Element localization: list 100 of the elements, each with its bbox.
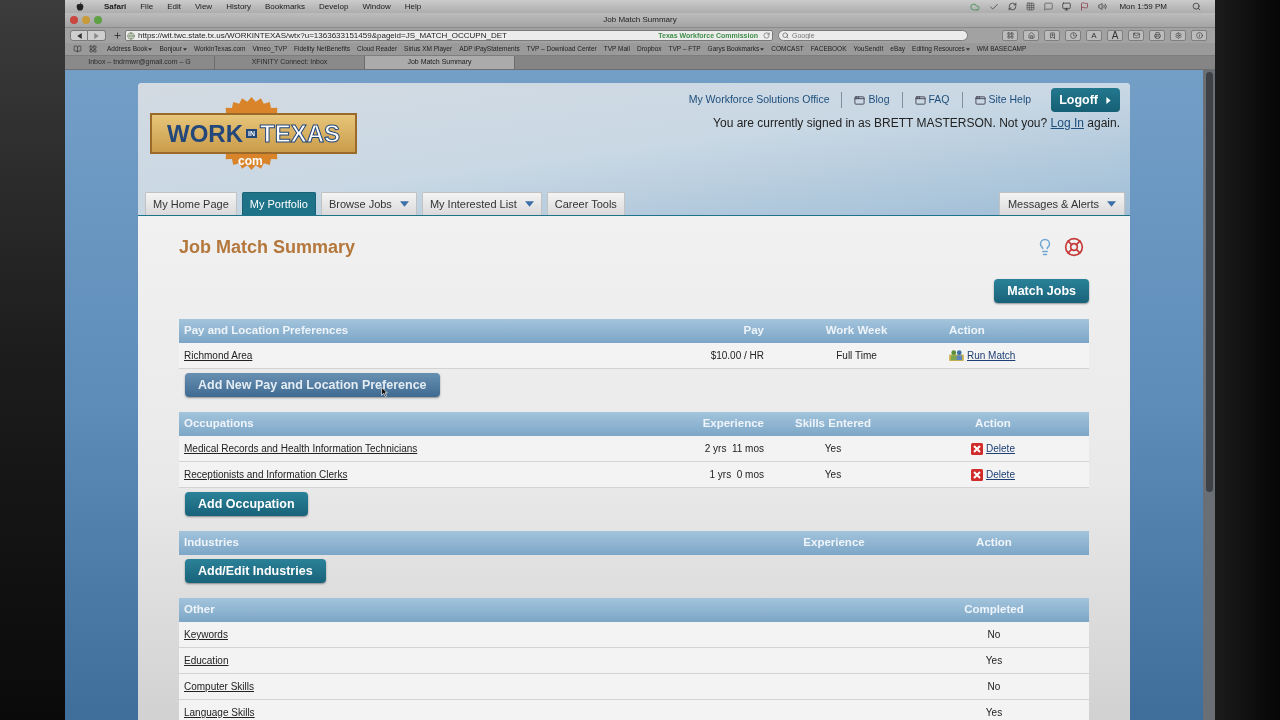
delete-icon <box>971 442 984 455</box>
column-header: Action <box>949 323 986 339</box>
toolbar-button[interactable] <box>1023 30 1039 41</box>
table-cell-text: Yes <box>823 468 843 482</box>
row-link[interactable]: Language Skills <box>184 705 255 720</box>
toolbar-button[interactable] <box>1149 30 1165 41</box>
column-header: Experience <box>802 535 866 551</box>
apple-icon[interactable] <box>76 2 84 11</box>
caret-right-icon <box>1106 96 1111 104</box>
book-icon[interactable] <box>73 45 82 53</box>
table-cell-text: Yes <box>823 442 843 456</box>
table-cell-text: No <box>986 628 1002 642</box>
grid-icon[interactable] <box>89 45 97 53</box>
table-cell-text: No <box>986 680 1002 694</box>
row-link[interactable]: Receptionists and Information Clerks <box>184 467 348 482</box>
volume-icon[interactable] <box>1098 2 1108 11</box>
add-button[interactable]: Add/Edit Industries <box>185 559 326 583</box>
header-link[interactable]: My Workforce Solutions Office <box>688 92 830 108</box>
column-header: Work Week <box>824 323 889 339</box>
font-size-button[interactable]: A <box>1086 30 1102 41</box>
menu-clock[interactable]: Mon 1:59 PM <box>1119 0 1167 13</box>
column-header: Action <box>974 416 1012 432</box>
lifebuoy-icon[interactable] <box>1064 237 1084 257</box>
delete-icon <box>971 468 984 481</box>
printer-icon <box>1153 32 1161 39</box>
add-button[interactable]: Add New Pay and Location Preference <box>185 373 440 397</box>
column-header: Skills Entered <box>793 416 873 432</box>
window-close-button[interactable] <box>70 16 78 24</box>
add-button[interactable]: Add Occupation <box>185 492 308 516</box>
nav-tab[interactable]: Browse Jobs <box>320 192 417 215</box>
triangle-right-icon <box>94 32 99 39</box>
nav-tab[interactable]: Messages & Alerts <box>998 192 1125 215</box>
action-link[interactable]: Run Match <box>967 348 1016 363</box>
column-header: Action <box>975 535 1013 551</box>
logo-text: WORK <box>167 121 243 146</box>
toolbar-button[interactable] <box>1128 30 1144 41</box>
menu-item[interactable]: Bookmarks <box>265 0 306 13</box>
toolbar-button[interactable] <box>1170 30 1186 41</box>
menu-item[interactable]: Develop <box>319 0 349 13</box>
signed-in-message: You are currently signed in as BRETT MASTERSON. Not you? Log In again. <box>713 115 1120 132</box>
column-header: Occupations <box>184 416 255 432</box>
menu-item[interactable]: History <box>226 0 251 13</box>
caret-down-icon <box>524 201 534 207</box>
header-link[interactable]: FAQ <box>928 92 950 108</box>
triangle-left-icon <box>76 32 82 39</box>
row-link[interactable]: Medical Records and Health Information Technicians <box>184 441 418 456</box>
column-header: Pay and Location Preferences <box>184 323 350 339</box>
table-cell-text: Yes <box>984 654 1004 668</box>
header-link[interactable]: Site Help <box>988 92 1032 108</box>
action-link[interactable]: Delete <box>986 441 1015 456</box>
menu-item[interactable]: Help <box>404 0 422 13</box>
caret-down-icon <box>1107 201 1116 207</box>
row-link[interactable]: Keywords <box>184 627 228 642</box>
scrollbar[interactable] <box>1203 70 1215 720</box>
menu-item[interactable]: Safari <box>104 0 127 13</box>
toolbar-button[interactable] <box>1191 30 1207 41</box>
scrollbar-thumb[interactable] <box>1205 72 1213 492</box>
sync-icon[interactable] <box>1008 2 1018 11</box>
check-icon[interactable] <box>989 1 1000 12</box>
match-jobs-button[interactable]: Match Jobs <box>994 279 1089 303</box>
search-icon[interactable] <box>1192 2 1201 11</box>
flag-icon[interactable] <box>1080 2 1090 11</box>
grid-icon[interactable] <box>1026 2 1036 11</box>
nav-tab[interactable]: Career Tools <box>546 192 625 215</box>
nav-tab[interactable]: My Portfolio <box>241 192 316 215</box>
logoff-button[interactable]: Logoff <box>1051 88 1120 112</box>
menu-item[interactable]: View <box>194 0 213 13</box>
reload-icon[interactable] <box>763 32 770 39</box>
action-link[interactable]: Delete <box>986 467 1015 482</box>
window-zoom-button[interactable] <box>94 16 102 24</box>
globe-icon <box>127 31 135 40</box>
font-size-button[interactable]: A <box>1107 30 1123 41</box>
login-link[interactable]: Log In <box>1050 116 1084 130</box>
window-title: Job Match Summary <box>603 14 677 26</box>
chat-icon[interactable] <box>1044 2 1054 11</box>
toolbar-button[interactable] <box>1002 30 1018 41</box>
table-cell-text: 1 yrs 0 mos <box>708 468 764 482</box>
add-button[interactable] <box>112 30 122 41</box>
menu-item[interactable]: File <box>140 0 154 13</box>
back-button[interactable] <box>70 30 88 41</box>
window-icon <box>854 94 866 106</box>
menu-item[interactable]: Edit <box>167 0 181 13</box>
nav-tab[interactable]: My Interested List <box>421 192 542 215</box>
column-header: Industries <box>184 535 240 551</box>
table-cell-text: Full Time <box>835 349 878 363</box>
logo-domain: com <box>238 155 263 167</box>
row-link[interactable]: Richmond Area <box>184 348 253 363</box>
cloud-icon[interactable] <box>970 1 981 12</box>
row-link[interactable]: Computer Skills <box>184 679 255 694</box>
column-header: Other <box>184 602 216 618</box>
people-icon <box>949 350 964 361</box>
menu-item[interactable]: Window <box>362 0 391 13</box>
toolbar-button[interactable] <box>1044 30 1060 41</box>
row-link[interactable]: Education <box>184 653 229 668</box>
toolbar-button[interactable] <box>1065 30 1081 41</box>
header-link[interactable]: Blog <box>868 92 890 108</box>
settings-icon <box>1174 32 1182 39</box>
table-cell-text: 2 yrs 11 mos <box>703 442 764 456</box>
nav-tab[interactable]: My Home Page <box>145 192 237 215</box>
display-icon[interactable] <box>1062 2 1072 11</box>
